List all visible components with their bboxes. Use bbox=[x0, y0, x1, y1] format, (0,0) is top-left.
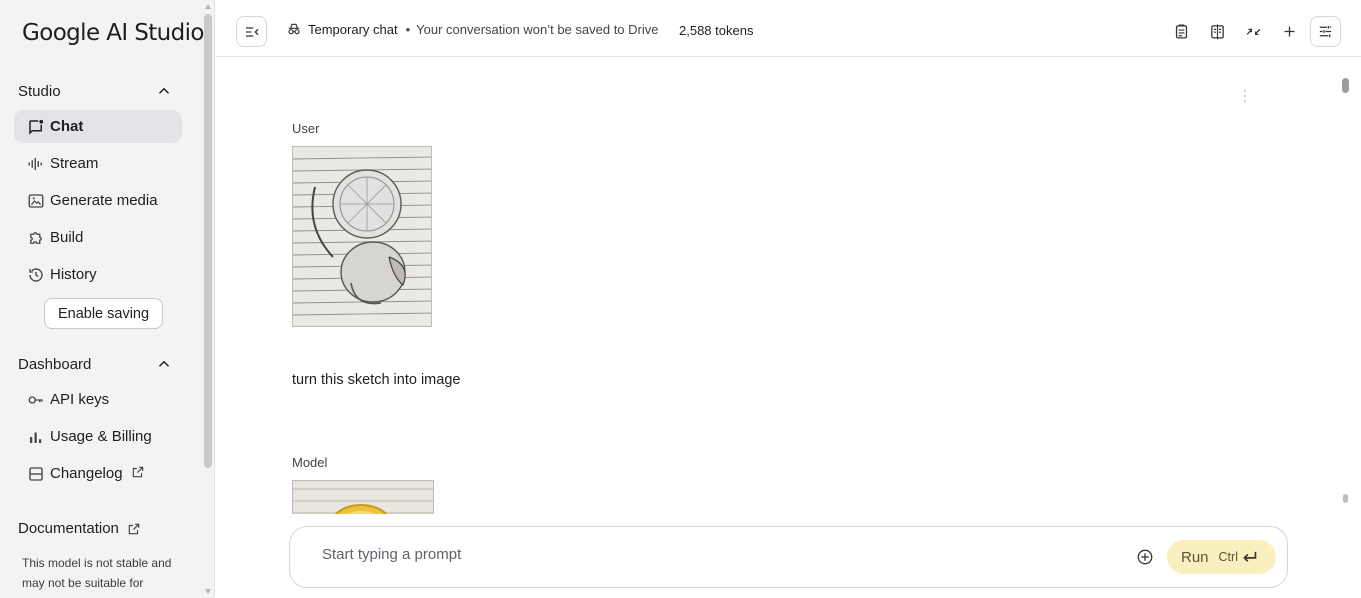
sidebar-item-api-keys[interactable]: API keys bbox=[14, 383, 182, 416]
chat-scrollbar[interactable] bbox=[1341, 75, 1351, 505]
clipboard-icon bbox=[1175, 24, 1187, 39]
incognito-icon bbox=[288, 23, 300, 35]
collapse-sidebar-icon bbox=[245, 26, 258, 37]
sidebar-item-generate-media[interactable]: Generate media bbox=[14, 184, 182, 217]
chat-icon bbox=[26, 117, 46, 137]
sidebar-item-label: Build bbox=[50, 229, 84, 246]
sidebar-item-label: API keys bbox=[50, 391, 110, 408]
add-media-button[interactable] bbox=[1136, 548, 1156, 568]
documentation-link[interactable]: Documentation bbox=[18, 520, 141, 537]
external-link-icon bbox=[128, 523, 140, 534]
run-settings-button[interactable] bbox=[1310, 16, 1341, 47]
chevron-up-icon bbox=[158, 360, 170, 367]
scroll-up-arrow-icon[interactable] bbox=[205, 4, 211, 9]
bar-chart-icon bbox=[26, 427, 46, 447]
more-options-icon[interactable] bbox=[1243, 90, 1247, 104]
compare-button[interactable] bbox=[1206, 20, 1228, 42]
sidebar-item-changelog[interactable]: Changelog bbox=[14, 457, 182, 490]
sidebar-item-label: Changelog bbox=[50, 465, 123, 482]
lemon-sketch-drawing bbox=[293, 147, 431, 326]
puzzle-icon bbox=[26, 228, 46, 248]
sidebar-scrollbar[interactable] bbox=[202, 0, 214, 598]
model-role-label: Model bbox=[292, 455, 328, 470]
prompt-input[interactable] bbox=[322, 546, 1022, 563]
user-message-text: turn this sketch into image bbox=[292, 372, 461, 388]
collapse-sidebar-button[interactable] bbox=[236, 16, 267, 47]
temporary-chat-note: Your conversation won’t be saved to Driv… bbox=[416, 21, 659, 37]
separator-dot: • bbox=[405, 21, 411, 37]
sidebar-item-usage-billing[interactable]: Usage & Billing bbox=[14, 420, 182, 453]
user-role-label: User bbox=[292, 121, 320, 136]
brand-logo[interactable]: Google AI Studio bbox=[22, 20, 205, 46]
sidebar-item-stream[interactable]: Stream bbox=[14, 147, 182, 180]
scrollbar-thumb[interactable] bbox=[204, 14, 212, 468]
waveform-icon bbox=[26, 154, 46, 174]
run-button[interactable]: Run Ctrl bbox=[1167, 540, 1276, 574]
compress-button[interactable] bbox=[1242, 20, 1264, 42]
sidebar-item-build[interactable]: Build bbox=[14, 221, 182, 254]
token-count: 2,588 tokens bbox=[679, 23, 754, 38]
run-shortcut: Ctrl bbox=[1218, 550, 1238, 564]
sidebar: Google AI Studio Studio Chat Stream Gene… bbox=[0, 0, 215, 598]
scroll-down-arrow-icon[interactable] bbox=[205, 589, 211, 594]
temporary-chat-label: Temporary chat bbox=[308, 21, 398, 37]
new-chat-button[interactable] bbox=[1278, 20, 1300, 42]
tune-icon bbox=[1319, 25, 1332, 38]
sidebar-item-label: Stream bbox=[50, 155, 99, 172]
top-bar: Temporary chat • Your conversation won’t… bbox=[216, 0, 1361, 57]
image-icon bbox=[26, 191, 46, 211]
studio-section-header[interactable]: Studio bbox=[18, 79, 173, 103]
uploaded-sketch-image[interactable] bbox=[292, 146, 432, 327]
enter-key-icon bbox=[1243, 551, 1257, 562]
scrollbar-end-marker bbox=[1343, 494, 1348, 503]
sidebar-item-label: Generate media bbox=[50, 192, 158, 209]
scrollbar-thumb[interactable] bbox=[1342, 78, 1349, 93]
documentation-label: Documentation bbox=[18, 520, 119, 537]
sidebar-item-label: History bbox=[50, 266, 97, 283]
sidebar-item-chat[interactable]: Chat bbox=[14, 110, 182, 143]
model-stability-note: This model is not stable and may not be … bbox=[22, 556, 172, 590]
dashboard-section-label: Dashboard bbox=[18, 355, 92, 373]
temporary-chat-indicator: Temporary chat • Your conversation won’t… bbox=[286, 21, 658, 37]
clipboard-button[interactable] bbox=[1170, 20, 1192, 42]
list-icon bbox=[26, 464, 46, 484]
history-icon bbox=[26, 265, 46, 285]
add-circle-icon bbox=[1137, 549, 1153, 565]
chat-area: User turn this sketch into image Model bbox=[216, 58, 1341, 514]
external-link-icon bbox=[123, 465, 145, 483]
app: Google AI Studio Studio Chat Stream Gene… bbox=[0, 0, 1361, 598]
sidebar-item-history[interactable]: History bbox=[14, 258, 182, 291]
plus-icon bbox=[1284, 26, 1294, 36]
sidebar-item-label: Usage & Billing bbox=[50, 428, 152, 445]
compress-arrows-icon bbox=[1246, 28, 1260, 35]
generated-lemon-image[interactable] bbox=[292, 480, 434, 514]
prompt-box: Run Ctrl bbox=[289, 526, 1288, 588]
run-label: Run bbox=[1181, 548, 1209, 566]
compare-icon bbox=[1210, 23, 1224, 39]
lemon-photo bbox=[293, 481, 433, 514]
chevron-up-icon bbox=[158, 87, 170, 94]
dashboard-section-header[interactable]: Dashboard bbox=[18, 352, 173, 376]
enable-saving-button[interactable]: Enable saving bbox=[44, 298, 163, 329]
key-icon bbox=[26, 390, 46, 410]
sidebar-item-label: Chat bbox=[50, 118, 84, 135]
studio-section-label: Studio bbox=[18, 82, 61, 100]
